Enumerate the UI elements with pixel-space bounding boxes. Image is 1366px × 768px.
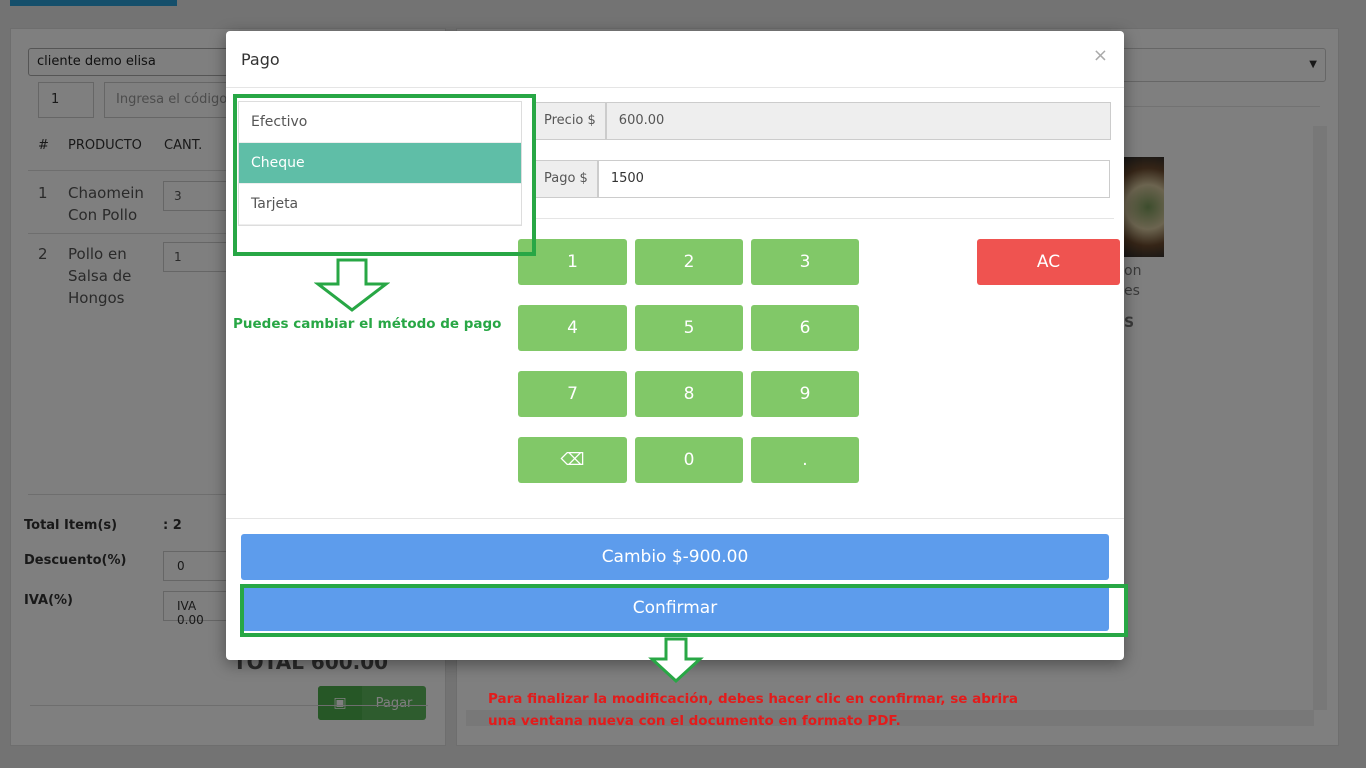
modal-header-divider bbox=[226, 87, 1124, 88]
annotation-payment-method: Puedes cambiar el método de pago bbox=[233, 316, 502, 332]
keypad-0-button[interactable]: 0 bbox=[635, 437, 743, 483]
price-label: Precio $ bbox=[534, 102, 606, 140]
close-icon[interactable]: × bbox=[1093, 45, 1108, 66]
keypad-9-button[interactable]: 9 bbox=[751, 371, 859, 417]
price-field: 600.00 bbox=[605, 102, 1111, 140]
highlight-confirm-button bbox=[240, 584, 1128, 637]
keypad-5-button[interactable]: 5 bbox=[635, 305, 743, 351]
input-divider bbox=[532, 218, 1114, 219]
keypad-2-button[interactable]: 2 bbox=[635, 239, 743, 285]
annotation-confirm-line2: una ventana nueva con el documento en fo… bbox=[488, 713, 901, 729]
keypad-3-button[interactable]: 3 bbox=[751, 239, 859, 285]
modal-footer-divider bbox=[226, 518, 1124, 519]
change-button[interactable]: Cambio $-900.00 bbox=[241, 534, 1109, 580]
keypad-dot-button[interactable]: . bbox=[751, 437, 859, 483]
keypad-4-button[interactable]: 4 bbox=[518, 305, 627, 351]
payment-group: Pago $ 1500 bbox=[534, 160, 1110, 198]
annotation-confirm: Para finalizar la modificación, debes ha… bbox=[488, 688, 1018, 732]
backspace-icon[interactable]: ⌫ bbox=[518, 437, 627, 483]
arrow-down-icon bbox=[314, 258, 390, 312]
clear-all-button[interactable]: AC bbox=[977, 239, 1120, 285]
payment-amount-input[interactable]: 1500 bbox=[597, 160, 1110, 198]
arrow-down-icon bbox=[648, 637, 704, 684]
keypad-6-button[interactable]: 6 bbox=[751, 305, 859, 351]
keypad-8-button[interactable]: 8 bbox=[635, 371, 743, 417]
modal-title: Pago bbox=[241, 50, 280, 69]
annotation-confirm-line1: Para finalizar la modificación, debes ha… bbox=[488, 691, 1018, 707]
price-group: Precio $ 600.00 bbox=[534, 102, 1111, 140]
keypad-7-button[interactable]: 7 bbox=[518, 371, 627, 417]
payment-label: Pago $ bbox=[534, 160, 598, 198]
highlight-payment-methods bbox=[233, 94, 536, 256]
